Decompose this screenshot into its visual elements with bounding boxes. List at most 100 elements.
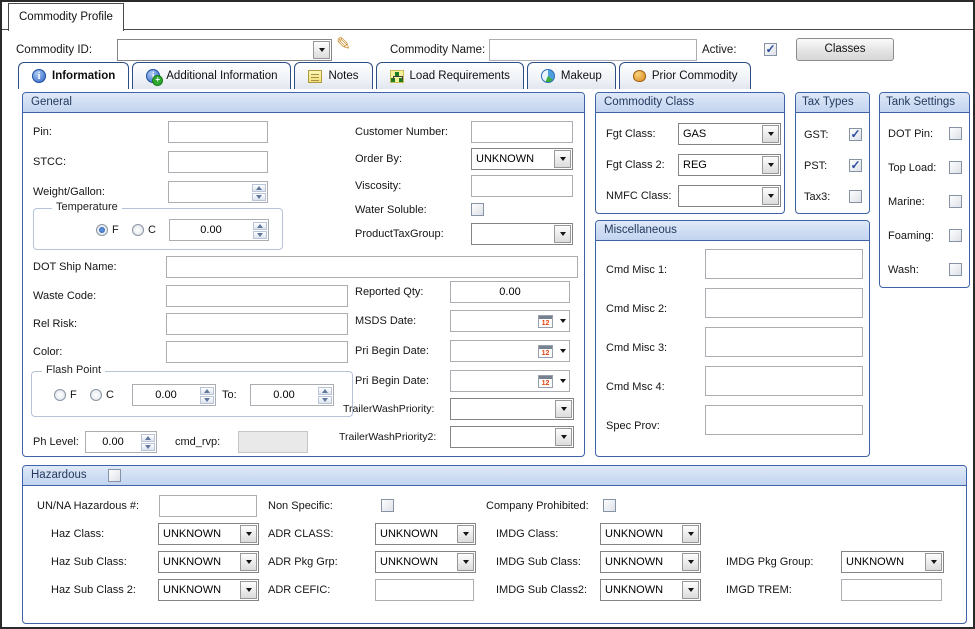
spin-up-button[interactable]: [318, 387, 332, 395]
cmd-msc4-input[interactable]: [705, 366, 863, 396]
imdg-sub-class2-combo[interactable]: UNKNOWN: [600, 579, 701, 601]
pin-input[interactable]: [168, 121, 268, 143]
adr-pkg-grp-dropdown-button[interactable]: [457, 553, 474, 571]
viscosity-input[interactable]: [471, 175, 573, 197]
wash-checkbox[interactable]: [949, 263, 962, 276]
pri-begin-date2-input[interactable]: [450, 370, 570, 392]
fgt-class2-dropdown-button[interactable]: [762, 156, 779, 174]
imdg-sub-class-combo[interactable]: UNKNOWN: [600, 551, 701, 573]
imdg-pkg-group-dropdown-button[interactable]: [925, 553, 942, 571]
customer-number-input[interactable]: [471, 121, 573, 143]
flash-point-to-spinner[interactable]: [317, 385, 333, 405]
spin-up-button[interactable]: [252, 184, 266, 192]
commodity-id-dropdown-button[interactable]: [313, 41, 330, 59]
fgt-class2-combo[interactable]: REG: [678, 154, 781, 176]
tab-prior-commodity[interactable]: Prior Commodity: [619, 62, 752, 89]
spin-down-button[interactable]: [253, 231, 267, 239]
imdg-sub-class2-dropdown-button[interactable]: [682, 581, 699, 599]
nmfc-class-combo[interactable]: [678, 185, 781, 207]
rel-risk-input[interactable]: [166, 313, 348, 335]
nmfc-class-dropdown-button[interactable]: [762, 187, 779, 205]
spin-up-button[interactable]: [141, 434, 155, 442]
weight-gallon-spinner[interactable]: [251, 182, 267, 202]
haz-class-dropdown-button[interactable]: [240, 525, 257, 543]
classes-button[interactable]: Classes: [796, 38, 894, 61]
spin-down-button[interactable]: [141, 443, 155, 451]
imdg-class-combo[interactable]: UNKNOWN: [600, 523, 701, 545]
hazardous-checkbox[interactable]: [108, 469, 121, 482]
spin-down-button[interactable]: [252, 193, 266, 201]
trailer-wash-priority-combo[interactable]: [450, 398, 574, 420]
dot-ship-name-input[interactable]: [166, 256, 578, 278]
pri-begin-date-dropdown-button[interactable]: [556, 349, 569, 353]
spin-up-button[interactable]: [200, 387, 214, 395]
reported-qty-input[interactable]: 0.00: [450, 281, 570, 303]
fgt-class-combo[interactable]: GAS: [678, 123, 781, 145]
calendar-icon[interactable]: [538, 375, 553, 388]
foaming-checkbox[interactable]: [949, 229, 962, 242]
stcc-input[interactable]: [168, 151, 268, 173]
haz-sub-class2-dropdown-button[interactable]: [240, 581, 257, 599]
fgt-class-dropdown-button[interactable]: [762, 125, 779, 143]
calendar-icon[interactable]: [538, 315, 553, 328]
flash-point-to-input[interactable]: 0.00: [250, 384, 334, 406]
dot-pin-checkbox[interactable]: [949, 127, 962, 140]
product-tax-group-combo[interactable]: [471, 223, 573, 245]
spin-down-button[interactable]: [318, 396, 332, 404]
haz-sub-class-dropdown-button[interactable]: [240, 553, 257, 571]
waste-code-input[interactable]: [166, 285, 348, 307]
adr-class-dropdown-button[interactable]: [457, 525, 474, 543]
imgd-trem-input[interactable]: [841, 579, 942, 601]
temperature-spinner[interactable]: [252, 220, 268, 240]
color-input[interactable]: [166, 341, 348, 363]
trailer-wash-priority2-dropdown-button[interactable]: [555, 428, 572, 446]
spin-up-button[interactable]: [253, 222, 267, 230]
msds-date-input[interactable]: [450, 310, 570, 332]
trailer-wash-priority2-combo[interactable]: [450, 426, 574, 448]
calendar-icon[interactable]: [538, 345, 553, 358]
top-load-checkbox[interactable]: [949, 161, 962, 174]
product-tax-group-dropdown-button[interactable]: [554, 225, 571, 243]
pri-begin-date-input[interactable]: [450, 340, 570, 362]
un-na-hazardous-input[interactable]: [159, 495, 257, 517]
temperature-input[interactable]: 0.00: [169, 219, 269, 241]
weight-gallon-input[interactable]: [168, 181, 268, 203]
tax3-checkbox[interactable]: [849, 190, 862, 203]
spec-prov-input[interactable]: [705, 405, 863, 435]
imdg-pkg-group-combo[interactable]: UNKNOWN: [841, 551, 944, 573]
temperature-f-radio[interactable]: [96, 224, 108, 236]
order-by-dropdown-button[interactable]: [554, 150, 571, 168]
active-checkbox[interactable]: [764, 43, 777, 56]
tab-makeup[interactable]: Makeup: [527, 62, 616, 89]
window-tab-commodity-profile[interactable]: Commodity Profile: [8, 3, 124, 31]
adr-cefic-input[interactable]: [375, 579, 474, 601]
trailer-wash-priority-dropdown-button[interactable]: [555, 400, 572, 418]
water-soluble-checkbox[interactable]: [471, 203, 484, 216]
imdg-sub-class-dropdown-button[interactable]: [682, 553, 699, 571]
tab-notes[interactable]: Notes: [294, 62, 372, 89]
cmd-misc1-input[interactable]: [705, 249, 863, 279]
edit-pencil-icon[interactable]: ✎: [336, 34, 351, 55]
marine-checkbox[interactable]: [949, 195, 962, 208]
order-by-combo[interactable]: UNKNOWN: [471, 148, 573, 170]
msds-date-dropdown-button[interactable]: [556, 319, 569, 323]
cmd-misc3-input[interactable]: [705, 327, 863, 357]
tab-information[interactable]: Information: [18, 62, 129, 89]
flash-point-from-input[interactable]: 0.00: [132, 384, 216, 406]
adr-pkg-grp-combo[interactable]: UNKNOWN: [375, 551, 476, 573]
flash-point-c-radio[interactable]: [90, 389, 102, 401]
commodity-name-input[interactable]: [489, 39, 697, 61]
temperature-c-radio[interactable]: [132, 224, 144, 236]
tab-load-requirements[interactable]: Load Requirements: [376, 62, 524, 89]
ph-level-spinner[interactable]: [140, 432, 156, 452]
imdg-class-dropdown-button[interactable]: [682, 525, 699, 543]
haz-class-combo[interactable]: UNKNOWN: [158, 523, 259, 545]
commodity-id-combo[interactable]: [117, 39, 332, 61]
spin-down-button[interactable]: [200, 396, 214, 404]
pri-begin-date2-dropdown-button[interactable]: [556, 379, 569, 383]
company-prohibited-checkbox[interactable]: [603, 499, 616, 512]
adr-class-combo[interactable]: UNKNOWN: [375, 523, 476, 545]
tab-additional-information[interactable]: Additional Information: [132, 62, 291, 89]
gst-checkbox[interactable]: [849, 128, 862, 141]
non-specific-checkbox[interactable]: [381, 499, 394, 512]
